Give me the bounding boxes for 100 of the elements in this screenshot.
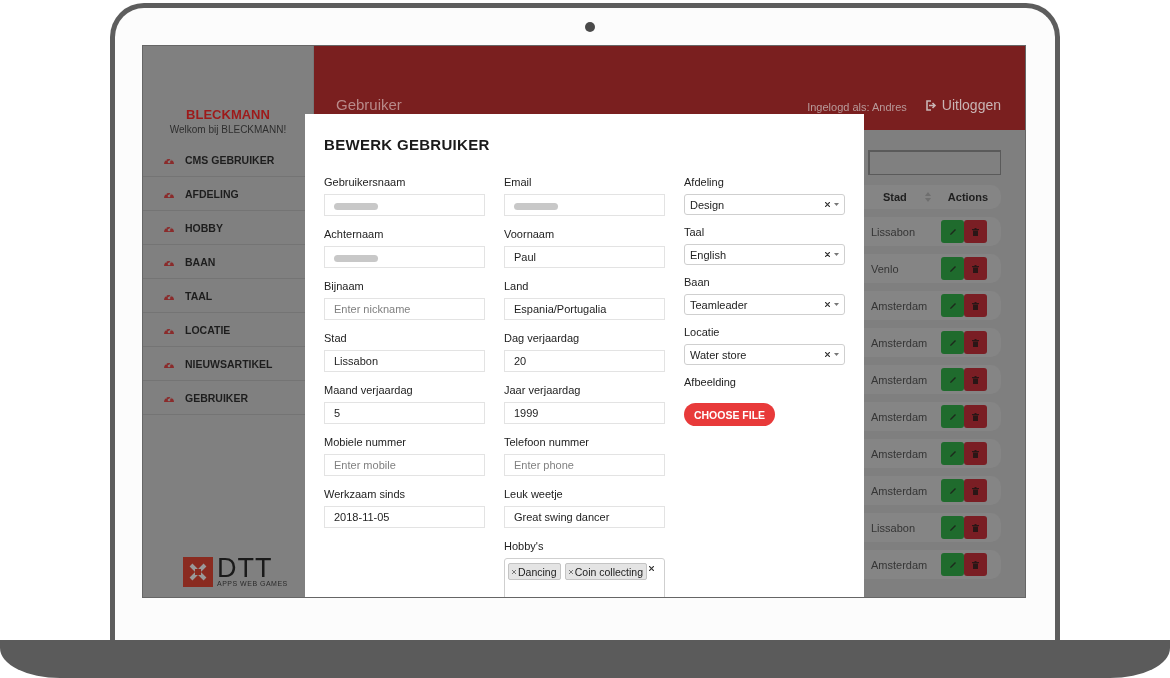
edit-button[interactable] — [941, 479, 964, 502]
edit-button[interactable] — [941, 220, 964, 243]
pencil-icon — [948, 523, 957, 532]
column-header[interactable]: Stad — [871, 191, 941, 203]
trash-icon — [972, 338, 979, 347]
input-field[interactable]: 1999 — [504, 402, 665, 424]
caret-icon — [834, 203, 839, 206]
input-field[interactable]: Enter mobile — [324, 454, 485, 476]
trash-icon — [972, 375, 979, 384]
pencil-icon — [948, 412, 957, 421]
edit-button[interactable] — [941, 331, 964, 354]
input-field[interactable]: 2018-11-05 — [324, 506, 485, 528]
pencil-icon — [948, 449, 957, 458]
input-field[interactable]: Paul — [504, 246, 665, 268]
table-cell-text: Amsterdam — [871, 484, 929, 497]
clear-icon — [649, 566, 654, 571]
delete-button[interactable] — [964, 220, 987, 243]
field-label: Email — [504, 175, 533, 189]
input-field[interactable] — [324, 194, 485, 216]
pencil-icon — [948, 375, 957, 384]
select-field[interactable]: Teamleader — [684, 294, 845, 315]
trash-icon — [972, 560, 979, 569]
trash-icon — [972, 412, 979, 421]
input-field[interactable]: 5 — [324, 402, 485, 424]
table-cell-text: Amsterdam — [871, 447, 929, 460]
field-label: Afdeling — [684, 175, 725, 189]
input-field[interactable]: Enter nickname — [324, 298, 485, 320]
table-cell-text: Amsterdam — [871, 336, 929, 349]
field-label: Land — [504, 279, 530, 293]
logout-link[interactable]: Uitloggen — [924, 97, 1001, 113]
field-label: Gebruikersnaam — [324, 175, 407, 189]
brand-title: BLECKMANN — [185, 107, 271, 122]
logo-name: DTT — [217, 556, 273, 580]
delete-button[interactable] — [964, 294, 987, 317]
logo-mark-icon — [183, 556, 213, 587]
field-label: Werkzaam sinds — [324, 487, 407, 501]
table-cell-text: Lissabon — [871, 225, 917, 238]
field-label: Taal — [684, 225, 706, 239]
select-field[interactable]: English — [684, 244, 845, 265]
edit-button[interactable] — [941, 368, 964, 391]
table-cell-text: Amsterdam — [871, 373, 929, 386]
trash-icon — [972, 486, 979, 495]
pencil-icon — [948, 338, 957, 347]
trash-icon — [972, 449, 979, 458]
clear-icon — [825, 302, 830, 307]
trash-icon — [972, 523, 979, 532]
tags-field[interactable]: Dancing Coin collecting — [504, 558, 665, 597]
field-label: Leuk weetje — [504, 487, 564, 501]
camera-icon — [585, 22, 595, 32]
select-field[interactable]: Water store — [684, 344, 845, 365]
table-cell-text: Venlo — [871, 262, 900, 275]
field-label: Jaar verjaardag — [504, 383, 582, 397]
delete-button[interactable] — [964, 442, 987, 465]
input-field[interactable]: Lissabon — [324, 350, 485, 372]
input-field[interactable]: Great swing dancer — [504, 506, 665, 528]
logged-in-text: Ingelogd als: Andres — [807, 101, 907, 113]
choose-file-button[interactable]: CHOOSE FILE — [684, 403, 775, 426]
search-field[interactable] — [868, 150, 1001, 175]
edit-button[interactable] — [941, 257, 964, 280]
remove-icon — [568, 569, 573, 574]
field-label: Hobby's — [504, 539, 545, 553]
pencil-icon — [948, 301, 957, 310]
tag-chip[interactable]: Dancing — [508, 563, 561, 580]
clear-icon — [825, 252, 830, 257]
delete-button[interactable] — [964, 553, 987, 576]
field-label: Voornaam — [504, 227, 556, 241]
edit-button[interactable] — [941, 442, 964, 465]
delete-button[interactable] — [964, 368, 987, 391]
delete-button[interactable] — [964, 405, 987, 428]
field-label: Dag verjaardag — [504, 331, 581, 345]
welcome-text: Welkom bij BLECKMANN! — [168, 124, 288, 135]
field-label: Maand verjaardag — [324, 383, 414, 397]
field-label: Locatie — [684, 325, 721, 339]
edit-button[interactable] — [941, 405, 964, 428]
tag-chip[interactable]: Coin collecting — [564, 563, 647, 580]
column-header[interactable]: Actions — [941, 191, 995, 203]
logout-icon — [924, 99, 937, 111]
input-field[interactable]: Enter phone — [504, 454, 665, 476]
input-field[interactable]: Espania/Portugalia — [504, 298, 665, 320]
input-field[interactable]: 20 — [504, 350, 665, 372]
clear-icon — [825, 202, 830, 207]
input-field[interactable] — [324, 246, 485, 268]
trash-icon — [972, 301, 979, 310]
field-label: Achternaam — [324, 227, 385, 241]
caret-icon — [834, 253, 839, 256]
trash-icon — [972, 264, 979, 273]
edit-button[interactable] — [941, 294, 964, 317]
select-field[interactable]: Design — [684, 194, 845, 215]
input-field[interactable] — [504, 194, 665, 216]
field-label: Bijnaam — [324, 279, 365, 293]
delete-button[interactable] — [964, 331, 987, 354]
edit-button[interactable] — [941, 516, 964, 539]
delete-button[interactable] — [964, 516, 987, 539]
pencil-icon — [948, 560, 957, 569]
delete-button[interactable] — [964, 479, 987, 502]
field-label: Afbeelding — [684, 375, 737, 389]
edit-button[interactable] — [941, 553, 964, 576]
field-label: Mobiele nummer — [324, 435, 407, 449]
delete-button[interactable] — [964, 257, 987, 280]
pencil-icon — [948, 486, 957, 495]
